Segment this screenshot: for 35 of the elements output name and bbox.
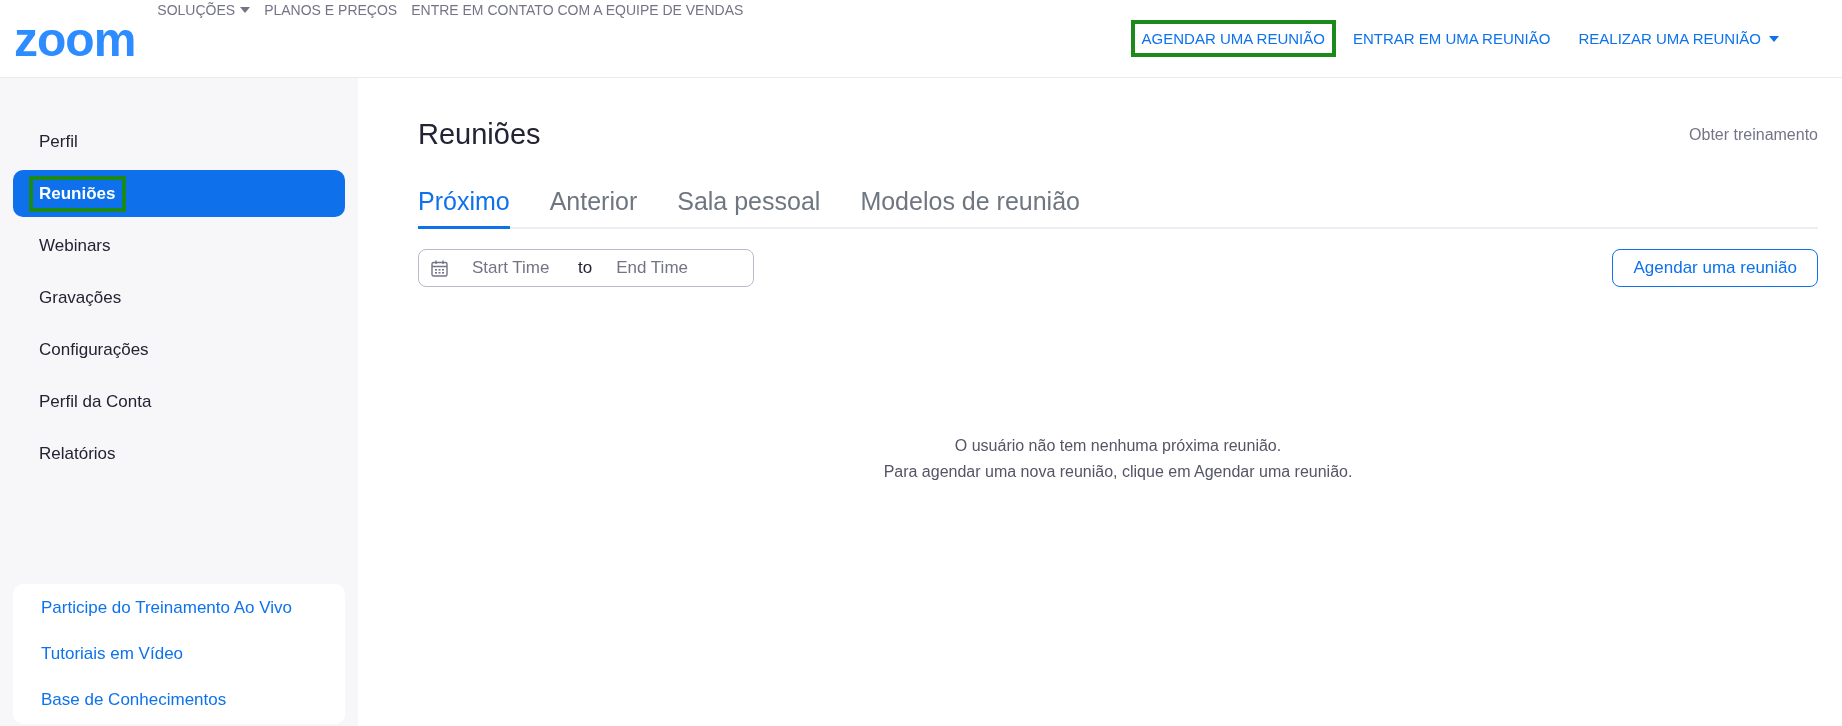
sidebar-item[interactable]: Relatórios	[13, 430, 345, 477]
empty-state-message: Para agendar uma nova reunião, clique em Agendar uma reunião.	[883, 463, 1353, 481]
sidebar-item[interactable]: Gravações	[13, 274, 345, 321]
date-range-field[interactable]: Start Time to End Time	[418, 249, 754, 287]
nav-link[interactable]: ENTRE EM CONTATO COM A EQUIPE DE VENDAS	[411, 2, 744, 18]
nav-link[interactable]: PLANOS E PREÇOS	[264, 2, 398, 18]
schedule-meeting-button[interactable]: Agendar uma reunião	[1612, 249, 1818, 287]
sidebar-item[interactable]: Configurações	[13, 326, 345, 373]
sidebar-item[interactable]: Perfil	[13, 118, 345, 165]
nav-link[interactable]: REALIZAR UMA REUNIÃO	[1567, 20, 1790, 57]
tab[interactable]: Sala pessoal	[677, 187, 821, 229]
tab[interactable]: Modelos de reunião	[860, 187, 1080, 229]
tab[interactable]: Anterior	[549, 187, 638, 229]
sidebar-label: Gravações	[38, 286, 123, 309]
sidebar-item[interactable]: Reuniões	[13, 170, 345, 217]
nav-link[interactable]: ENTRAR EM UMA REUNIÃO	[1341, 20, 1562, 57]
highlighted-nav-link[interactable]: AGENDAR UMA REUNIÃO	[1130, 20, 1336, 57]
page-title: Reuniões	[418, 118, 541, 151]
help-link[interactable]: Base de Conhecimentos	[41, 690, 345, 710]
calendar-icon	[431, 259, 448, 277]
logo[interactable]: zoom	[14, 16, 136, 64]
sidebar-label: Perfil da Conta	[38, 390, 153, 413]
sidebar-item[interactable]: Perfil da Conta	[13, 378, 345, 425]
sidebar-label: Webinars	[38, 234, 112, 257]
training-link[interactable]: Obter treinamento	[1689, 125, 1818, 144]
empty-state-message: O usuário não tem nenhuma próxima reunião.	[954, 437, 1282, 455]
help-link[interactable]: Participe do Treinamento Ao Vivo	[41, 598, 345, 618]
highlighted-label: Reuniões	[29, 175, 126, 212]
tab[interactable]: Próximo	[418, 187, 510, 229]
sidebar-label: Configurações	[38, 338, 150, 361]
sidebar-label: Relatórios	[38, 442, 117, 465]
nav-link[interactable]: SOLUÇÕES	[157, 2, 251, 18]
sidebar-label: Perfil	[38, 130, 79, 153]
sidebar-item[interactable]: Webinars	[13, 222, 345, 269]
help-link[interactable]: Tutoriais em Vídeo	[41, 644, 345, 664]
